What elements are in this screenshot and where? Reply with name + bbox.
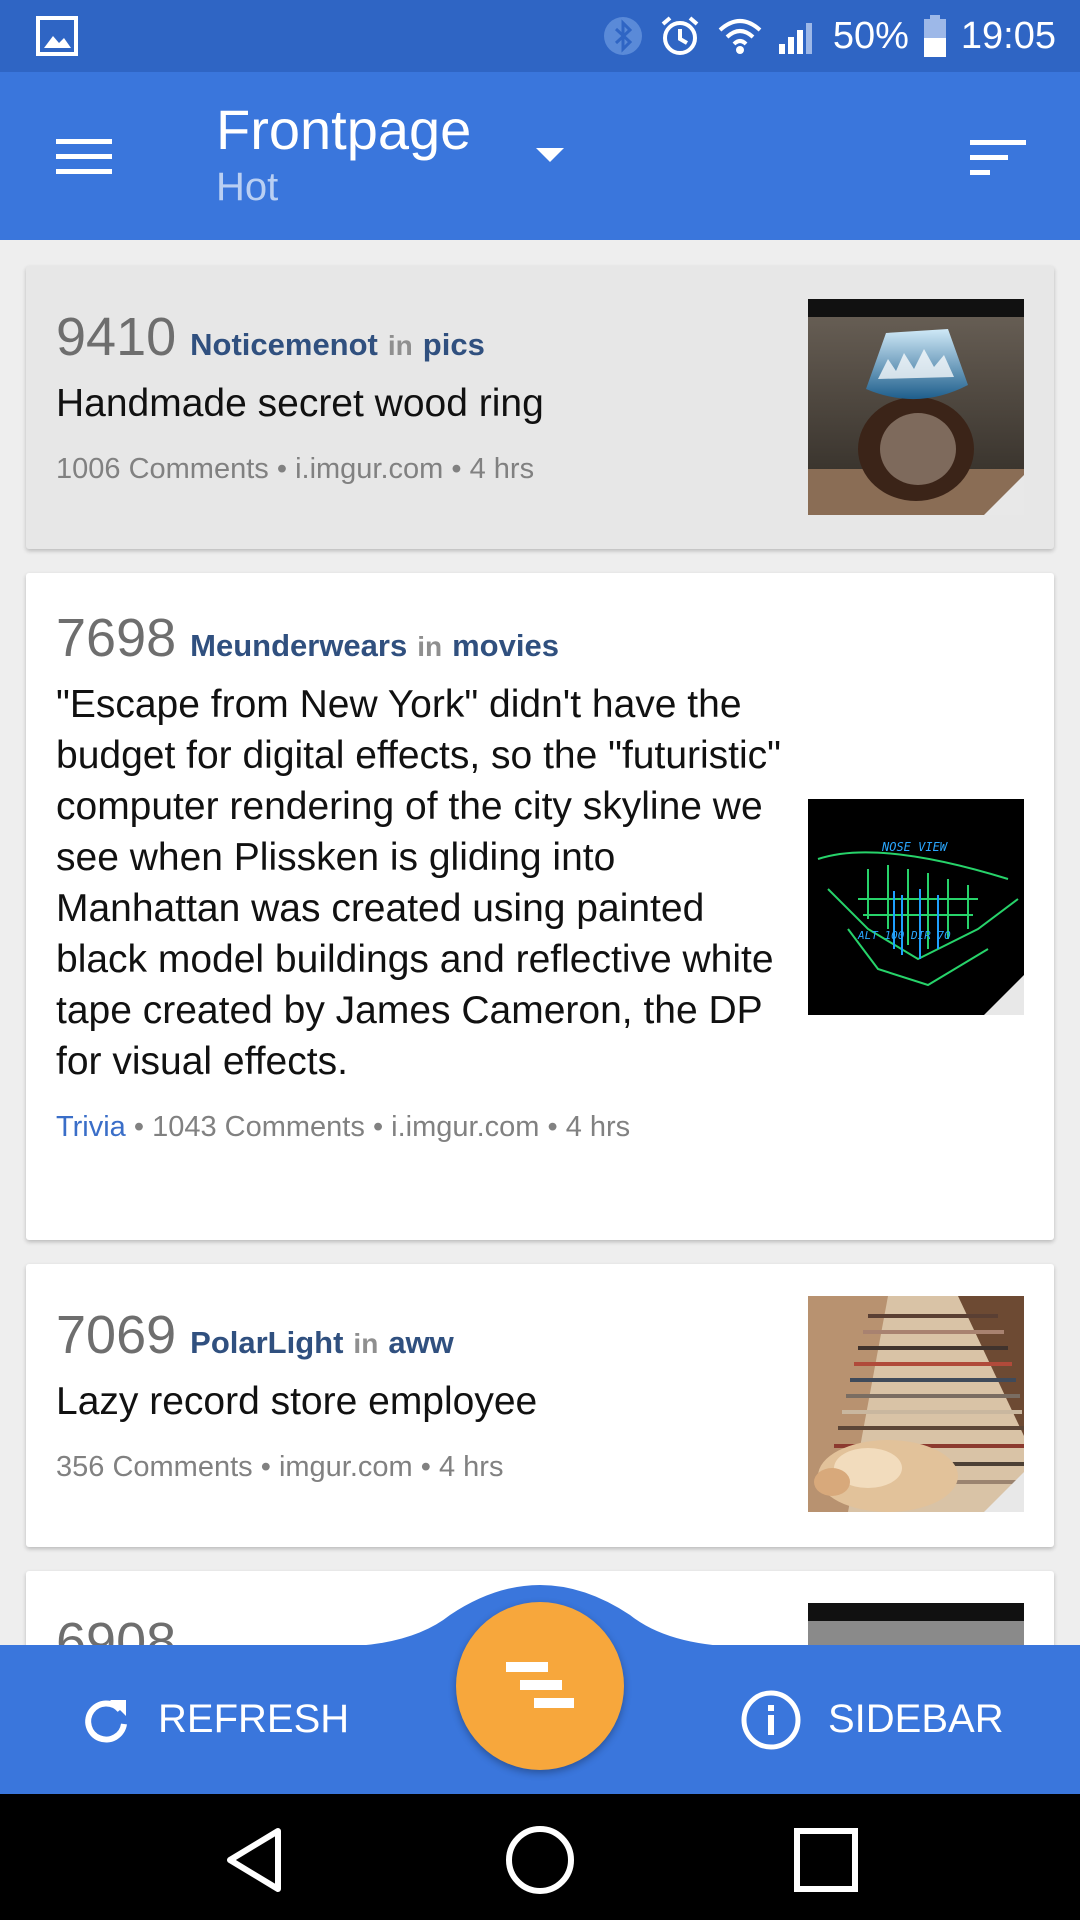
- page-title: Frontpage: [216, 98, 472, 161]
- sidebar-label: SIDEBAR: [828, 1697, 1004, 1741]
- home-button[interactable]: [500, 1822, 580, 1898]
- sort-subtitle: Hot: [216, 165, 279, 209]
- signal-icon: [778, 23, 812, 54]
- post-comments[interactable]: 1043 Comments: [152, 1111, 365, 1143]
- post-subreddit[interactable]: pics: [423, 327, 485, 363]
- sort-icon: [970, 140, 1026, 175]
- wifi-icon: [718, 19, 762, 54]
- post-flair[interactable]: Trivia: [56, 1111, 126, 1143]
- post-card[interactable]: 7698 Meunderwears in movies "Escape from…: [26, 573, 1054, 1240]
- bluetooth-icon: [603, 17, 642, 55]
- sort-button[interactable]: [960, 128, 1036, 188]
- home-icon: [506, 1826, 574, 1894]
- post-body: 7698 Meunderwears in movies "Escape from…: [56, 607, 796, 1144]
- title-block[interactable]: Frontpage Hot: [216, 98, 471, 212]
- post-header: 7698 Meunderwears in movies: [56, 607, 796, 669]
- post-meta: 1006 Comments • i.imgur.com • 4 hrs: [56, 453, 796, 486]
- meta-separator: •: [260, 1451, 271, 1483]
- meta-separator: •: [372, 1111, 384, 1143]
- alarm-icon: [661, 16, 699, 55]
- post-subreddit[interactable]: aww: [388, 1325, 453, 1361]
- meta-separator: •: [276, 453, 287, 485]
- post-author[interactable]: PolarLight: [190, 1325, 343, 1361]
- sidebar-button[interactable]: SIDEBAR: [740, 1645, 1004, 1794]
- refresh-button[interactable]: REFRESH: [80, 1645, 349, 1794]
- thumb-label-bottom: ALT 100 DIR 70: [857, 929, 951, 942]
- post-domain: i.imgur.com: [391, 1111, 540, 1143]
- post-thumbnail[interactable]: NOSE VIEW ALT 100 DIR 70: [808, 799, 1024, 1015]
- menu-button[interactable]: [44, 122, 124, 192]
- fab-button[interactable]: [456, 1602, 624, 1770]
- post-age: 4 hrs: [438, 1451, 504, 1483]
- meta-separator: •: [133, 1111, 145, 1143]
- post-author[interactable]: Meunderwears: [190, 628, 407, 664]
- dropdown-icon[interactable]: [530, 142, 570, 166]
- refresh-label: REFRESH: [158, 1697, 350, 1741]
- post-header: 9410 Noticemenot in pics: [56, 306, 796, 368]
- in-label: in: [353, 1328, 379, 1359]
- status-icons: 50% 19:05: [603, 0, 1056, 72]
- navigation-bar: [0, 1794, 1080, 1920]
- post-domain: imgur.com: [278, 1451, 413, 1483]
- thumbnail-corner: [984, 1472, 1024, 1512]
- post-age: 4 hrs: [469, 453, 535, 485]
- post-subreddit[interactable]: movies: [452, 628, 559, 664]
- clock: 19:05: [960, 14, 1056, 57]
- post-header: 7069 PolarLight in aww: [56, 1304, 796, 1366]
- post-feed[interactable]: 9410 Noticemenot in pics Handmade secret…: [0, 240, 1080, 1645]
- thumb-label-top: NOSE VIEW: [881, 840, 949, 854]
- post-body: 9410 Noticemenot in pics Handmade secret…: [56, 306, 796, 486]
- meta-separator: •: [451, 453, 462, 485]
- post-score: 9410: [56, 307, 177, 367]
- post-age: 4 hrs: [565, 1111, 631, 1143]
- post-domain: i.imgur.com: [295, 453, 444, 485]
- post-card[interactable]: 7069 PolarLight in aww Lazy record store…: [26, 1264, 1054, 1547]
- post-author[interactable]: Noticemenot: [190, 327, 378, 363]
- post-score: 7698: [56, 608, 177, 668]
- post-thumbnail[interactable]: [808, 1296, 1024, 1512]
- post-card[interactable]: 9410 Noticemenot in pics Handmade secret…: [26, 266, 1054, 549]
- meta-separator: •: [420, 1451, 431, 1483]
- recents-icon: [794, 1828, 858, 1892]
- post-comments[interactable]: 356 Comments: [56, 1451, 253, 1483]
- post-body: 7069 PolarLight in aww Lazy record store…: [56, 1304, 796, 1484]
- post-title[interactable]: "Escape from New York" didn't have the b…: [56, 679, 796, 1087]
- thumbnail-corner: [984, 475, 1024, 515]
- battery-percent: 50%: [832, 14, 909, 57]
- battery-icon: [923, 15, 946, 57]
- post-thumbnail[interactable]: [808, 299, 1024, 515]
- refresh-icon: [85, 1699, 127, 1742]
- post-comments[interactable]: 1006 Comments: [56, 453, 269, 485]
- post-meta: 356 Comments • imgur.com • 4 hrs: [56, 1451, 796, 1484]
- back-icon: [227, 1828, 281, 1892]
- post-title[interactable]: Lazy record store employee: [56, 1376, 796, 1427]
- status-bar: 50% 19:05: [0, 0, 1080, 72]
- fab-menu-icon: [506, 1662, 574, 1708]
- thumbnail-corner: [984, 975, 1024, 1015]
- back-button[interactable]: [214, 1822, 294, 1898]
- post-score: 7069: [56, 1305, 177, 1365]
- meta-separator: •: [547, 1111, 558, 1143]
- info-icon: [741, 1690, 801, 1749]
- gallery-icon: [36, 16, 78, 56]
- in-label: in: [417, 631, 443, 662]
- recents-button[interactable]: [786, 1822, 866, 1898]
- post-title[interactable]: Handmade secret wood ring: [56, 378, 796, 429]
- post-meta: Trivia • 1043 Comments • i.imgur.com • 4…: [56, 1111, 796, 1144]
- app-bar: Frontpage Hot: [0, 72, 1080, 240]
- menu-icon: [56, 139, 112, 174]
- in-label: in: [387, 330, 413, 361]
